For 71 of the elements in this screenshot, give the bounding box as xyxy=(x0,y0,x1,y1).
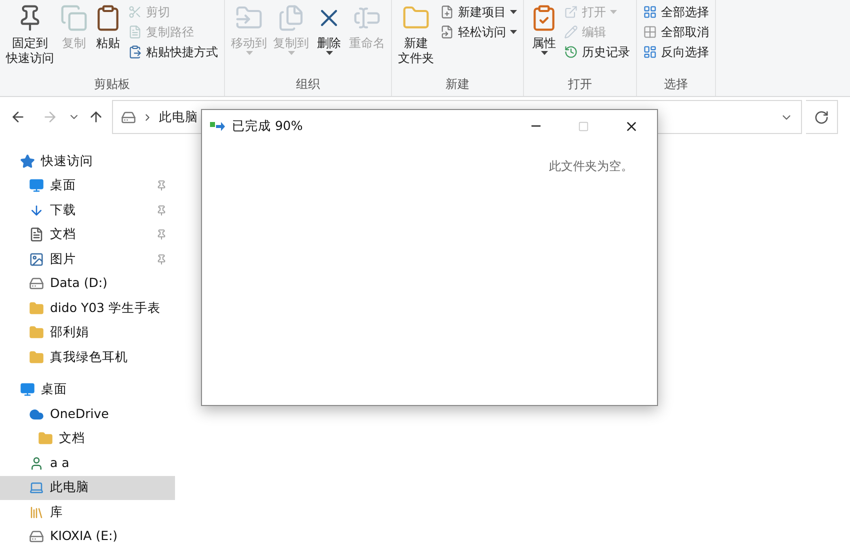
nav-item[interactable]: dido Y03 学生手表 xyxy=(0,296,175,320)
monitor-icon xyxy=(29,178,44,194)
file-plus-icon xyxy=(440,5,454,19)
ribbon-button[interactable]: 反向选择 xyxy=(643,42,709,62)
nav-item[interactable]: 邵利娟 xyxy=(0,320,175,345)
ribbon-button[interactable]: 轻松访问 xyxy=(440,22,517,42)
nav-item[interactable]: 快速访问 xyxy=(0,149,175,174)
grid-icon xyxy=(643,25,657,39)
folder-icon xyxy=(29,325,44,340)
refresh-icon xyxy=(814,110,829,124)
ribbon-button[interactable]: 固定到 快速访问 xyxy=(4,0,56,66)
download-icon xyxy=(29,202,44,218)
nav-item[interactable]: 真我绿色耳机 xyxy=(0,345,175,370)
folder-icon xyxy=(29,350,44,365)
transfer-icon xyxy=(210,120,226,132)
ribbon-button[interactable]: 粘贴快捷方式 xyxy=(128,42,218,62)
nav-item[interactable]: Data (D:) xyxy=(0,272,175,296)
ribbon-button[interactable]: 粘贴 xyxy=(92,0,124,51)
monitor-icon xyxy=(20,382,35,398)
window-title: 已完成 90% xyxy=(232,116,304,135)
group-label: 剪贴板 xyxy=(93,76,131,93)
nav-item[interactable]: 文档 xyxy=(0,426,175,451)
nav-item[interactable]: 桌面 xyxy=(0,174,175,198)
history-icon xyxy=(564,45,578,59)
breadcrumb[interactable]: 此电脑 xyxy=(159,108,198,126)
document-icon xyxy=(29,227,44,242)
group-label: 打开 xyxy=(567,76,593,93)
ribbon-button[interactable]: 属性 xyxy=(528,0,560,55)
back-icon[interactable] xyxy=(10,109,26,125)
nav-item[interactable]: 库 xyxy=(0,500,175,524)
ribbon-button[interactable]: 全部取消 xyxy=(643,22,709,42)
copy-icon xyxy=(60,4,88,32)
folder-icon xyxy=(38,431,53,446)
ribbon-button[interactable]: 新建项目 xyxy=(440,2,517,22)
nav-item[interactable]: a a xyxy=(0,451,175,476)
scissors-icon xyxy=(128,5,142,19)
group-label: 新建 xyxy=(444,76,470,93)
ribbon-button[interactable]: 删除 xyxy=(313,0,345,55)
grid-icon xyxy=(643,5,657,19)
ribbon-button[interactable]: 新建 文件夹 xyxy=(396,0,436,66)
grid-icon xyxy=(643,45,657,59)
nav-item[interactable]: 图片 xyxy=(0,247,175,272)
nav-item[interactable]: 桌面 xyxy=(0,378,175,402)
open-icon xyxy=(564,5,578,19)
user-icon xyxy=(29,456,44,471)
nav-item[interactable]: 下载 xyxy=(0,198,175,222)
clipboard-icon xyxy=(128,45,142,59)
document-icon xyxy=(128,25,142,39)
nav-item[interactable]: 此电脑 xyxy=(0,476,175,500)
up-icon[interactable] xyxy=(88,109,104,125)
nav-item[interactable]: 文档 xyxy=(0,222,175,247)
nav-item[interactable]: KIOXIA (E:) xyxy=(0,524,175,549)
drive-icon xyxy=(121,110,136,124)
empty-folder-message: 此文件夹为空。 xyxy=(549,158,633,175)
computer-icon xyxy=(29,480,44,496)
library-icon xyxy=(29,504,44,520)
group-label: 组织 xyxy=(295,76,321,93)
pencil-icon xyxy=(564,25,578,39)
group-label: 选择 xyxy=(663,76,689,93)
folder-icon xyxy=(29,300,44,316)
cloud-icon xyxy=(29,406,44,422)
drive-icon xyxy=(29,529,44,544)
drive-icon xyxy=(29,276,44,292)
files-icon xyxy=(277,4,305,32)
nav-item[interactable]: OneDrive xyxy=(0,402,175,426)
picture-icon xyxy=(29,252,44,267)
star-icon xyxy=(20,154,35,169)
file-link-icon xyxy=(440,25,454,39)
ribbon-button[interactable]: 历史记录 xyxy=(564,42,630,62)
ribbon-button[interactable]: 全部选择 xyxy=(643,2,709,22)
refresh-button[interactable] xyxy=(806,100,838,134)
